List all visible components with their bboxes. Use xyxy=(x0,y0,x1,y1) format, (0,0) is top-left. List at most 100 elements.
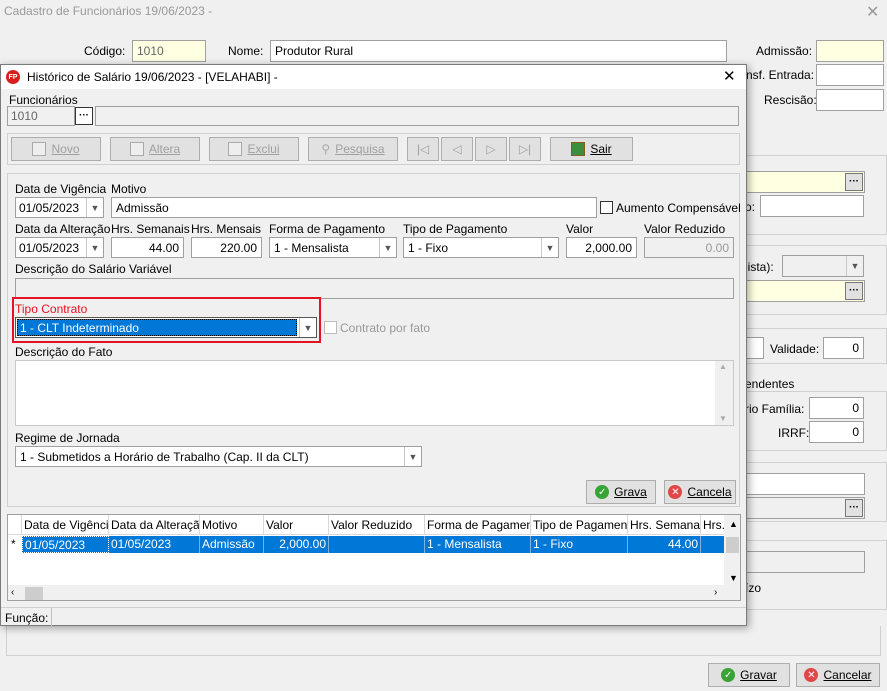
main-combo-lista[interactable]: ▼ xyxy=(782,255,864,277)
scroll-up-icon[interactable]: ▲ xyxy=(719,362,727,371)
cancel-icon: ✕ xyxy=(668,485,683,499)
grid-cell-motivo[interactable]: Admissão xyxy=(200,536,264,553)
novo-button[interactable]: Novo xyxy=(11,137,101,161)
scroll-down-icon[interactable]: ▼ xyxy=(729,573,738,583)
altera-button-label: Altera xyxy=(148,142,181,156)
grid-header-tipo-pagamento[interactable]: Tipo de Pagamento xyxy=(531,515,628,535)
main-input-5[interactable] xyxy=(745,473,865,495)
grid-header-valor[interactable]: Valor xyxy=(264,515,329,535)
sair-button[interactable]: Sair xyxy=(550,137,633,161)
salario-familia-input[interactable]: 0 xyxy=(809,397,864,419)
data-alteracao-label: Data da Alteração xyxy=(15,222,111,236)
grid-header-data-vigencia[interactable]: Data de Vigência xyxy=(22,515,109,535)
history-grid: Data de Vigência Data da Alteração Motiv… xyxy=(7,514,741,601)
funcionarios-lookup-button[interactable]: ··· xyxy=(75,107,93,125)
grid-cell-forma-pagamento[interactable]: 1 - Mensalista xyxy=(425,536,531,553)
cancela-button-label: Cancela xyxy=(687,485,732,499)
first-record-button[interactable]: |◁ xyxy=(407,137,439,161)
valor-label: Valor xyxy=(566,222,594,236)
valor-reduzido-input[interactable]: 0.00 xyxy=(644,237,734,258)
descricao-fato-textarea[interactable] xyxy=(15,360,734,426)
altera-button[interactable]: Altera xyxy=(110,137,200,161)
prev-record-button[interactable]: ◁ xyxy=(441,137,473,161)
chevron-down-icon[interactable]: ▼ xyxy=(379,238,396,257)
chevron-down-icon[interactable]: ▼ xyxy=(86,238,103,257)
transf-entrada-input[interactable] xyxy=(816,64,884,86)
grava-button-label: Grava xyxy=(614,485,647,499)
hrs-semanais-input[interactable]: 44.00 xyxy=(111,237,184,258)
chevron-down-icon[interactable]: ▼ xyxy=(299,318,316,337)
data-vigencia-label: Data de Vigência xyxy=(15,182,107,196)
status-funcao-label: Função: xyxy=(5,611,49,625)
validade-input[interactable]: 0 xyxy=(823,337,864,359)
grid-header-hrs-semanais[interactable]: Hrs. Semanais xyxy=(628,515,701,535)
grid-hscroll-thumb[interactable] xyxy=(25,587,43,600)
grid-cell-data-vigencia[interactable]: 01/05/2023 xyxy=(22,536,109,553)
descricao-salario-variavel-label: Descrição do Salário Variável xyxy=(15,262,172,276)
grid-header-forma-pagamento[interactable]: Forma de Pagamento xyxy=(425,515,531,535)
grid-cell-valor-reduzido[interactable] xyxy=(329,536,425,553)
irrf-input[interactable]: 0 xyxy=(809,421,864,443)
main-input-6[interactable] xyxy=(745,551,865,573)
grava-button[interactable]: ✓ Grava xyxy=(586,480,656,504)
grid-header-hrs[interactable]: Hrs. xyxy=(701,515,725,535)
pesquisa-button[interactable]: ⚲ Pesquisa xyxy=(308,137,398,161)
descricao-salario-variavel-input[interactable] xyxy=(15,278,734,299)
chevron-down-icon[interactable]: ▼ xyxy=(86,198,103,217)
scroll-down-icon[interactable]: ▼ xyxy=(719,414,727,423)
main-lookup-1-button[interactable]: ··· xyxy=(845,173,863,191)
search-icon: ⚲ xyxy=(321,142,331,156)
regime-jornada-select[interactable]: 1 - Submetidos a Horário de Trabalho (Ca… xyxy=(15,446,422,467)
grid-header-data-alteracao[interactable]: Data da Alteração xyxy=(109,515,200,535)
funcionarios-input[interactable]: 1010 xyxy=(7,106,75,126)
grid-cell-tipo-pagamento[interactable]: 1 - Fixo xyxy=(531,536,628,553)
forma-pagamento-select[interactable]: 1 - Mensalista ▼ xyxy=(269,237,397,258)
main-bottom-box xyxy=(6,626,881,656)
tipo-pagamento-select[interactable]: 1 - Fixo ▼ xyxy=(403,237,559,258)
scroll-up-icon[interactable]: ▲ xyxy=(729,519,738,529)
grid-header-valor-reduzido[interactable]: Valor Reduzido xyxy=(329,515,425,535)
nome-label: Nome: xyxy=(228,44,264,58)
grid-vscroll-thumb[interactable] xyxy=(726,537,739,553)
data-alteracao-input[interactable]: 01/05/2023 ▼ xyxy=(15,237,104,258)
valor-input[interactable]: 2,000.00 xyxy=(566,237,637,258)
grid-cell-valor[interactable]: 2,000.00 xyxy=(264,536,329,553)
main-close-icon[interactable]: ✕ xyxy=(866,2,879,22)
chevron-down-icon[interactable]: ▼ xyxy=(404,447,421,466)
data-vigencia-input[interactable]: 01/05/2023 ▼ xyxy=(15,197,104,218)
chevron-down-icon[interactable]: ▼ xyxy=(541,238,558,257)
dialog-close-icon[interactable]: ✕ xyxy=(723,67,736,85)
cancela-button[interactable]: ✕ Cancela xyxy=(664,480,736,504)
grid-cell-hrs[interactable] xyxy=(701,536,725,553)
main-input-o[interactable] xyxy=(760,195,864,217)
exit-door-icon xyxy=(571,142,586,156)
rescisao-input[interactable] xyxy=(816,89,884,111)
nome-input[interactable]: Produtor Rural xyxy=(270,40,727,62)
gravar-button[interactable]: ✓ Gravar xyxy=(708,663,790,687)
grid-header-motivo[interactable]: Motivo xyxy=(200,515,264,535)
hrs-mensais-input[interactable]: 220.00 xyxy=(191,237,262,258)
scroll-left-icon[interactable]: ‹ xyxy=(11,587,14,598)
tipo-contrato-select[interactable]: 1 - CLT Indeterminado ▼ xyxy=(15,317,317,338)
grid-cell-hrs-semanais[interactable]: 44.00 xyxy=(628,536,701,553)
grid-cell-data-alteracao[interactable]: 01/05/2023 xyxy=(109,536,200,553)
main-lookup-2-button[interactable]: ··· xyxy=(845,282,863,300)
dependentes-label: endentes xyxy=(745,377,798,391)
admissao-input[interactable] xyxy=(816,40,884,62)
codigo-input[interactable]: 1010 xyxy=(132,40,206,62)
exclui-button[interactable]: Exclui xyxy=(209,137,299,161)
funcionarios-name-display xyxy=(95,106,739,126)
aumento-compensavel-checkbox[interactable] xyxy=(600,201,613,214)
last-record-button[interactable]: ▷| xyxy=(509,137,541,161)
dialog-title: Histórico de Salário 19/06/2023 - [VELAH… xyxy=(27,70,278,84)
scroll-right-icon[interactable]: › xyxy=(714,587,717,598)
main-lookup-5-button[interactable]: ··· xyxy=(845,499,863,517)
next-record-button[interactable]: ▷ xyxy=(475,137,507,161)
motivo-input[interactable]: Admissão xyxy=(111,197,597,218)
grid-horizontal-scrollbar[interactable] xyxy=(8,585,740,600)
funcionarios-label: Funcionários xyxy=(9,93,78,107)
pesquisa-button-label: Pesquisa xyxy=(335,142,385,156)
contrato-por-fato-checkbox[interactable] xyxy=(324,321,337,334)
cancelar-button[interactable]: ✕ Cancelar xyxy=(796,663,880,687)
main-input-pre-validade[interactable] xyxy=(745,337,764,359)
